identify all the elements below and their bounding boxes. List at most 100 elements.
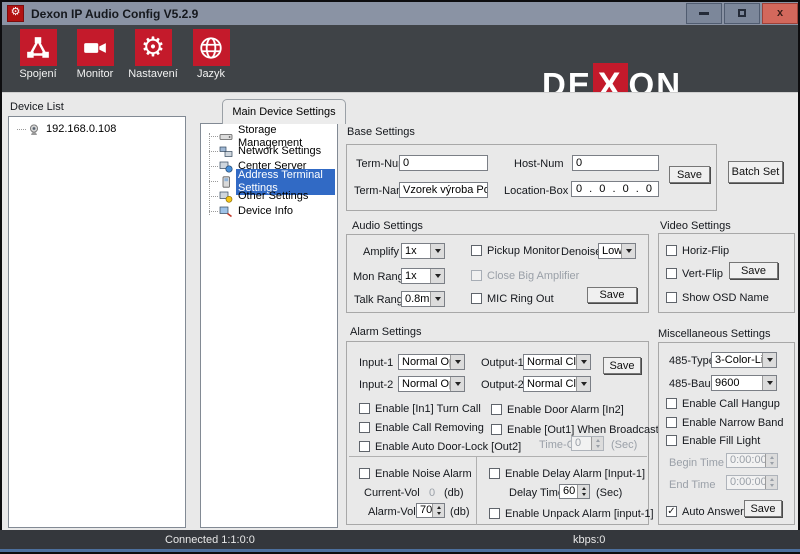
audio-save-button[interactable]: Save xyxy=(587,287,637,303)
enable-noise-alarm-checkbox[interactable]: Enable Noise Alarm xyxy=(359,467,472,480)
toolbar-button-label: Spojení xyxy=(7,68,69,80)
enable-delay-alarm-checkbox[interactable]: Enable Delay Alarm [Input-1] xyxy=(489,467,645,480)
spinner-arrows-icon[interactable] xyxy=(432,504,444,517)
enable-door-alarm-checkbox[interactable]: Enable Door Alarm [In2] xyxy=(491,403,624,416)
chevron-down-icon xyxy=(430,244,444,258)
pickup-monitor-checkbox[interactable]: Pickup Monitor xyxy=(471,244,560,257)
misc-settings-title: Miscellaneous Settings xyxy=(658,328,771,340)
maximize-button[interactable] xyxy=(724,3,760,24)
checkbox-checked-icon: ✓ xyxy=(666,506,677,517)
alarm-divider-horizontal xyxy=(349,456,647,457)
485-type-dropdown[interactable]: 3-Color-Light xyxy=(711,352,777,368)
delay-time-spinner[interactable]: 60 xyxy=(559,484,590,499)
tree-item-address-terminal-settings[interactable]: Address Terminal Settings xyxy=(206,174,335,189)
enable-auto-door-lock-checkbox[interactable]: Enable Auto Door-Lock [Out2] xyxy=(359,440,521,453)
client-area: Device List 192.168.0.108 Main Device Se… xyxy=(2,92,798,530)
enable-unpack-alarm-checkbox[interactable]: Enable Unpack Alarm [input-1] xyxy=(489,507,654,520)
alarm-vol-spinner[interactable]: 70 xyxy=(416,503,445,518)
toolbar-button-nastaveni[interactable]: ⚙ Nastavení xyxy=(122,29,184,80)
delay-time-label: Delay Time xyxy=(509,487,564,499)
checkbox-box xyxy=(491,404,502,415)
gear-icon: ⚙ xyxy=(135,29,172,66)
tab-main-device-settings[interactable]: Main Device Settings xyxy=(222,99,346,124)
close-icon: x xyxy=(777,7,783,19)
input1-dropdown[interactable]: Normal Open xyxy=(398,354,465,370)
audio-settings-title: Audio Settings xyxy=(352,220,423,232)
location-box-ip-field[interactable]: 0 . 0 . 0 . 0 xyxy=(571,181,659,197)
chevron-down-icon xyxy=(450,377,464,391)
toolbar-button-jazyk[interactable]: Jazyk xyxy=(180,29,242,80)
mon-range-dropdown[interactable]: 1x xyxy=(401,268,445,284)
enable-out1-broadcast-checkbox[interactable]: Enable [Out1] When Broadcast xyxy=(491,423,659,436)
enable-fill-light-checkbox[interactable]: Enable Fill Light xyxy=(666,434,760,447)
485-baud-dropdown[interactable]: 9600 xyxy=(711,375,777,391)
webcam-icon xyxy=(27,124,41,136)
end-time-spinner: 0:00:00 xyxy=(726,475,778,490)
terminal-icon xyxy=(219,176,233,188)
window-bottom-edge xyxy=(0,549,800,552)
input2-label: Input-2 xyxy=(359,379,393,391)
host-num-label: Host-Num xyxy=(514,158,564,170)
device-list-label: Device List xyxy=(10,101,64,113)
485-baud-label: 485-Baud xyxy=(669,378,717,390)
main-toolbar: Spojení Monitor ⚙ Nastavení Jazyk DEXON xyxy=(2,25,798,92)
enable-in1-turn-call-checkbox[interactable]: Enable [In1] Turn Call xyxy=(359,402,481,415)
camera-icon xyxy=(77,29,114,66)
chevron-down-icon xyxy=(430,292,444,306)
tree-item-storage-management[interactable]: Storage Management xyxy=(206,129,335,144)
tree-item-other-settings[interactable]: Other Settings xyxy=(206,189,335,204)
alarm-settings-group: Input-1 Normal Open Output-1 Normal Clos… xyxy=(346,341,649,525)
enable-call-hangup-checkbox[interactable]: Enable Call Hangup xyxy=(666,397,780,410)
misc-save-button[interactable]: Save xyxy=(744,500,782,517)
denoise-dropdown[interactable]: Low xyxy=(598,243,636,259)
close-big-amplifier-checkbox: Close Big Amplifier xyxy=(471,269,579,282)
location-box-ip-label: Location-Box IP xyxy=(504,185,582,197)
batch-set-button[interactable]: Batch Set xyxy=(728,161,783,183)
video-save-button[interactable]: Save xyxy=(729,262,778,279)
output2-dropdown[interactable]: Normal Close xyxy=(523,376,591,392)
window-controls: x xyxy=(684,3,798,24)
toolbar-button-monitor[interactable]: Monitor xyxy=(64,29,126,80)
horiz-flip-checkbox[interactable]: Horiz-Flip xyxy=(666,244,729,257)
tree-item-device-info[interactable]: Device Info xyxy=(206,204,335,219)
enable-call-removing-checkbox[interactable]: Enable Call Removing xyxy=(359,421,484,434)
auto-answer-checkbox[interactable]: ✓ Auto Answer xyxy=(666,505,744,518)
talk-range-dropdown[interactable]: 0.8m xyxy=(401,291,445,307)
mic-ring-out-checkbox[interactable]: MIC Ring Out xyxy=(471,292,554,305)
output1-dropdown[interactable]: Normal Close xyxy=(523,354,591,370)
kbps-status: kbps:0 xyxy=(573,534,605,546)
show-osd-name-checkbox[interactable]: Show OSD Name xyxy=(666,291,769,304)
alarm-vol-label: Alarm-Vol xyxy=(368,506,416,518)
term-num-field[interactable]: 0 xyxy=(399,155,488,171)
device-tree-item[interactable]: 192.168.0.108 xyxy=(14,122,183,137)
device-ip-label: 192.168.0.108 xyxy=(44,123,118,136)
checkbox-box xyxy=(666,245,677,256)
term-name-field[interactable]: Vzorek výroba PoE + a xyxy=(399,182,488,198)
chevron-down-icon xyxy=(762,353,776,367)
other-settings-icon xyxy=(219,191,233,203)
toolbar-button-spojeni[interactable]: Spojení xyxy=(7,29,69,80)
device-info-icon xyxy=(219,206,233,218)
close-button[interactable]: x xyxy=(762,3,798,24)
vert-flip-checkbox[interactable]: Vert-Flip xyxy=(666,267,723,280)
settings-tree-panel: Storage Management Network Settings Cent… xyxy=(200,123,338,528)
amplify-dropdown[interactable]: 1x xyxy=(401,243,445,259)
enable-narrow-band-checkbox[interactable]: Enable Narrow Band xyxy=(666,416,784,429)
alarm-settings-title: Alarm Settings xyxy=(350,326,422,338)
checkbox-box xyxy=(666,435,677,446)
checkbox-box xyxy=(491,424,502,435)
base-save-button[interactable]: Save xyxy=(669,166,710,183)
input2-dropdown[interactable]: Normal Open xyxy=(398,376,465,392)
checkbox-box xyxy=(471,270,482,281)
app-window: ⚙ Dexon IP Audio Config V5.2.9 x Spojení… xyxy=(0,0,800,554)
input1-label: Input-1 xyxy=(359,357,393,369)
host-num-field[interactable]: 0 xyxy=(572,155,659,171)
base-settings-title: Base Settings xyxy=(347,126,415,138)
video-settings-group: Horiz-Flip Vert-Flip Save Show OSD Name xyxy=(658,233,795,313)
gear-glyph: ⚙ xyxy=(141,34,165,61)
alarm-save-button[interactable]: Save xyxy=(603,357,641,374)
tab-label: Main Device Settings xyxy=(232,106,335,118)
minimize-button[interactable] xyxy=(686,3,722,24)
tree-item-network-settings[interactable]: Network Settings xyxy=(206,144,335,159)
spinner-arrows-icon[interactable] xyxy=(577,485,589,498)
